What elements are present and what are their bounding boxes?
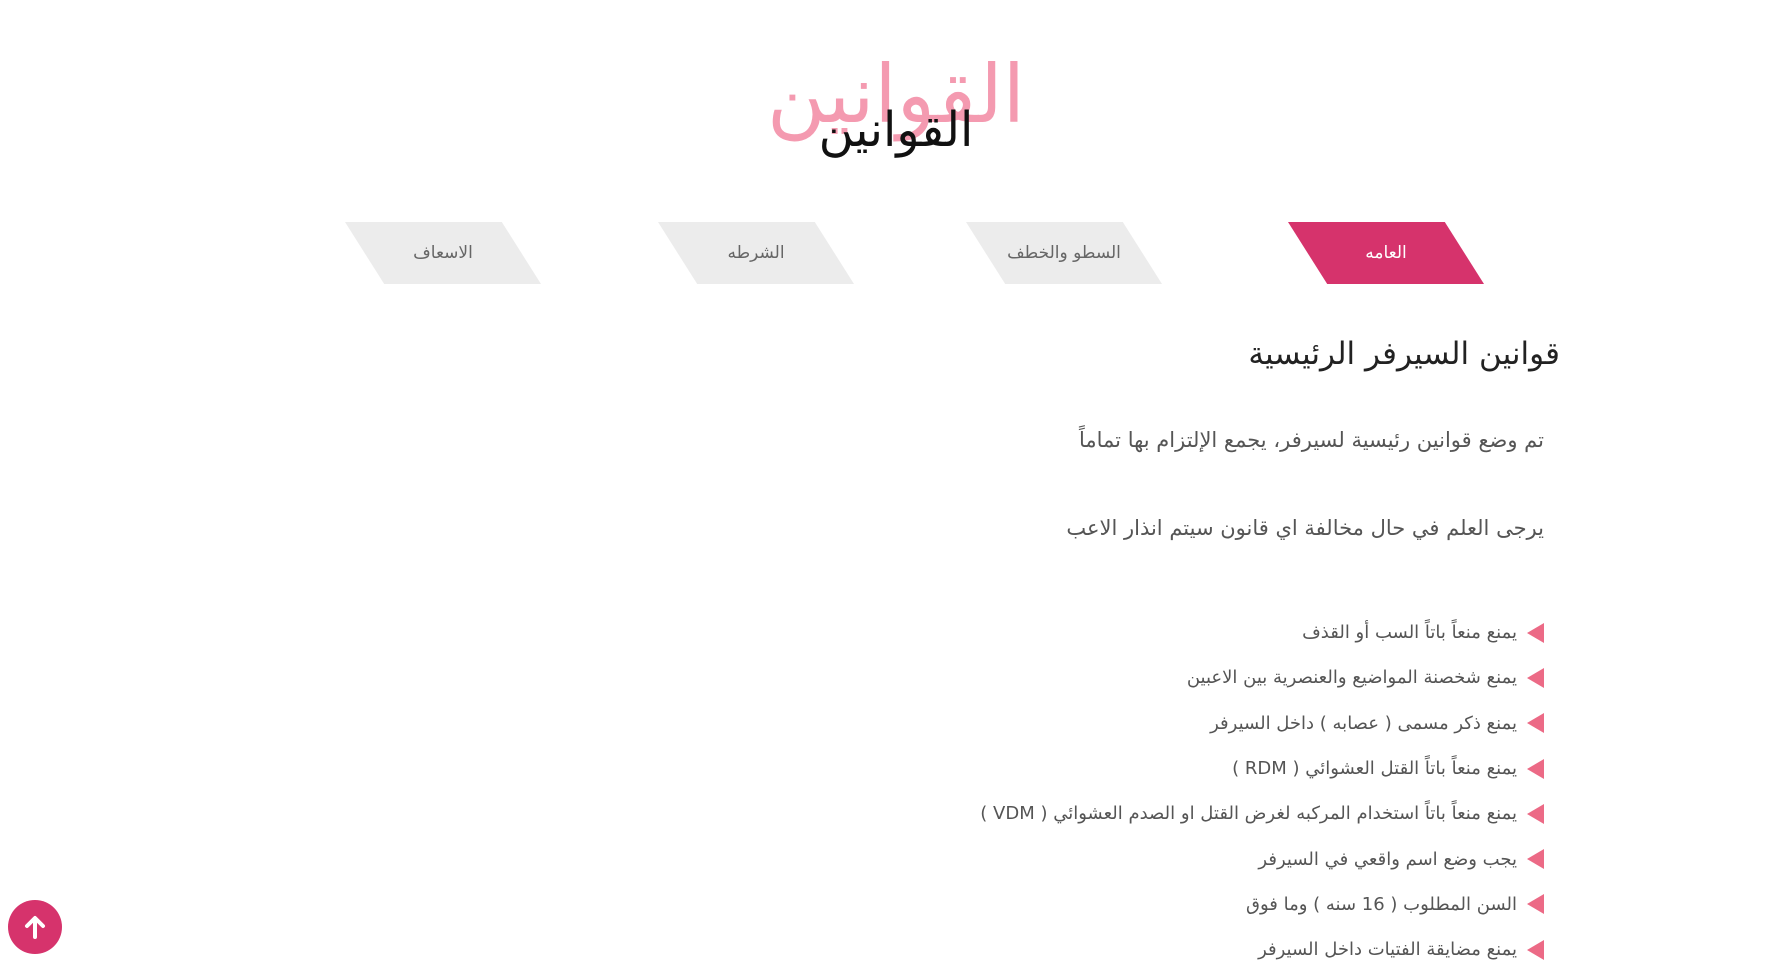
arrow-up-icon	[25, 916, 45, 939]
rule-text: يمنع منعاً باتاً السب أو القذف	[1302, 622, 1517, 644]
page-title: القوانين	[818, 102, 974, 158]
rule-text: السن المطلوب ( 16 سنه ) وما فوق	[1246, 893, 1517, 915]
list-item: يمنع شخصنة المواضيع والعنصرية بين الاعبي…	[980, 655, 1544, 700]
rule-text: يمنع ذكر مسمى ( عصابه ) داخل السيرفر	[1210, 712, 1517, 734]
tab-ambulance[interactable]: الاسعاف	[345, 222, 541, 284]
triangle-left-icon	[1527, 667, 1544, 688]
triangle-left-icon	[1527, 713, 1544, 734]
section-title: قوانين السيرفر الرئيسية	[1248, 336, 1560, 372]
tab-robbery-kidnapping[interactable]: السطو والخطف	[966, 222, 1162, 284]
triangle-left-icon	[1527, 939, 1544, 960]
tab-police[interactable]: الشرطه	[658, 222, 854, 284]
back-to-top-button[interactable]	[8, 900, 62, 954]
page-header: القوانين القوانين	[0, 40, 1792, 170]
rules-list: يمنع منعاً باتاً السب أو القذف يمنع شخصن…	[980, 610, 1544, 966]
list-item: يمنع ذكر مسمى ( عصابه ) داخل السيرفر	[980, 701, 1544, 746]
list-item: يمنع منعاً باتاً السب أو القذف	[980, 610, 1544, 655]
list-item: يمنع مضايقة الفتيات داخل السيرفر	[980, 927, 1544, 966]
tab-general[interactable]: العامه	[1288, 222, 1484, 284]
triangle-left-icon	[1527, 894, 1544, 915]
triangle-left-icon	[1527, 622, 1544, 643]
triangle-left-icon	[1527, 758, 1544, 779]
rule-text: يمنع شخصنة المواضيع والعنصرية بين الاعبي…	[1186, 667, 1517, 689]
list-item: يمنع منعاً باتاً استخدام المركبه لغرض ال…	[980, 791, 1544, 836]
intro-paragraph: تم وضع قوانين رئيسية لسيرفر، يجمع الإلتز…	[1078, 428, 1544, 452]
rule-text: يمنع منعاً باتاً القتل العشوائي ( RDM )	[1232, 758, 1517, 780]
triangle-left-icon	[1527, 849, 1544, 870]
rule-text: يجب وضع اسم واقعي في السيرفر	[1258, 848, 1517, 870]
rule-text: يمنع مضايقة الفتيات داخل السيرفر	[1258, 939, 1517, 961]
triangle-left-icon	[1527, 803, 1544, 824]
list-item: يمنع منعاً باتاً القتل العشوائي ( RDM )	[980, 746, 1544, 791]
rules-tabs: العامه السطو والخطف الشرطه الاسعاف	[0, 222, 1792, 284]
rule-text: يمنع منعاً باتاً استخدام المركبه لغرض ال…	[980, 803, 1517, 825]
warning-paragraph: يرجى العلم في حال مخالفة اي قانون سيتم ا…	[1066, 516, 1544, 540]
list-item: يجب وضع اسم واقعي في السيرفر	[980, 836, 1544, 881]
rules-page: القوانين القوانين العامه السطو والخطف ال…	[0, 0, 1792, 966]
list-item: السن المطلوب ( 16 سنه ) وما فوق	[980, 882, 1544, 927]
